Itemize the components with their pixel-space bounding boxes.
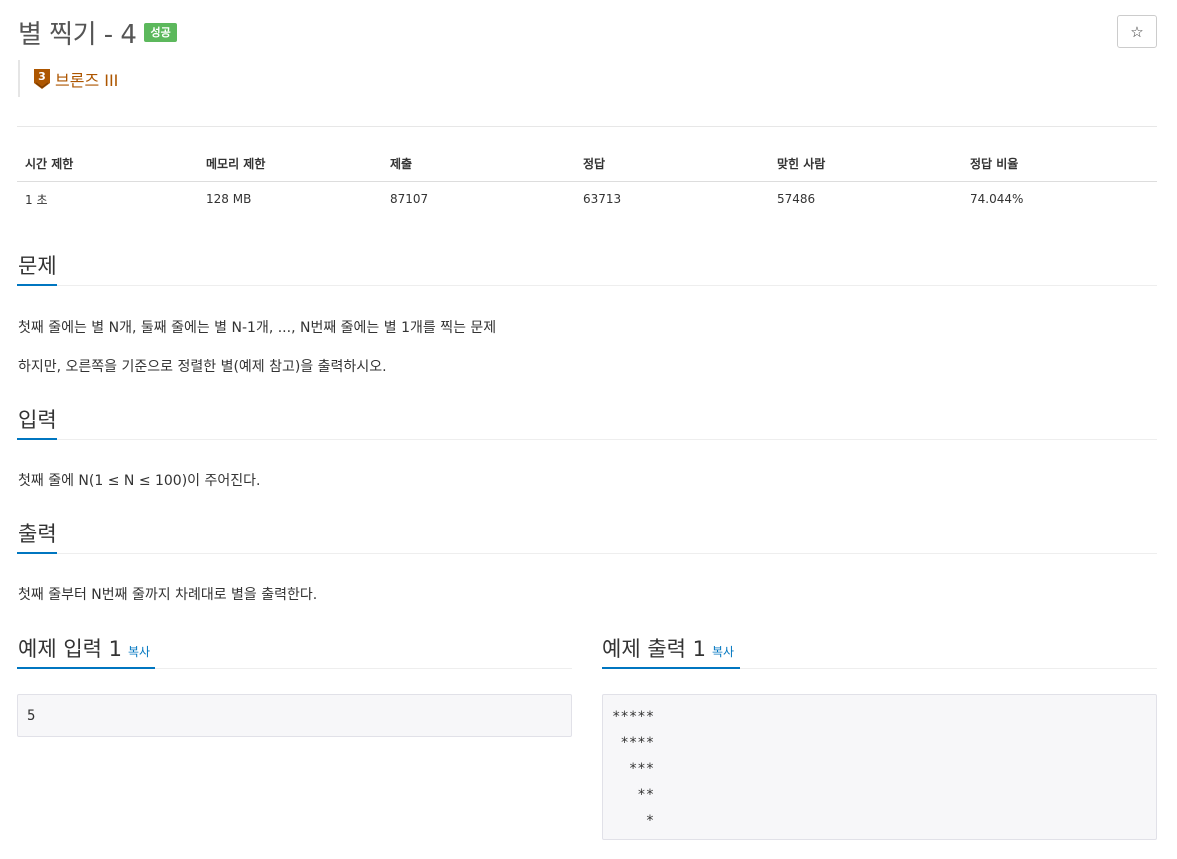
tier-indicator[interactable]: 3 브론즈 III xyxy=(18,60,118,97)
sample-input-line: 5 xyxy=(27,708,36,724)
section-divider xyxy=(17,553,1157,554)
section-underline xyxy=(17,284,57,286)
description-line: 하지만, 오른쪽을 기준으로 정렬한 별(예제 참고)을 출력하시오. xyxy=(18,359,387,375)
status-badge: 성공 xyxy=(144,22,177,42)
tier-number: 3 xyxy=(38,70,46,83)
submissions-value: 87107 xyxy=(390,192,429,207)
sample-output-line: ***** xyxy=(612,709,655,725)
sample-output-line: **** xyxy=(612,735,655,751)
memory-limit-value: 128 MB xyxy=(206,192,252,207)
table-row: 1 초 128 MB 87107 63713 57486 74.044% xyxy=(17,181,1157,217)
section-underline xyxy=(17,667,155,669)
accept-ratio-value: 74.044% xyxy=(970,192,1024,207)
problem-title: 별 찍기 - 4 xyxy=(18,19,137,50)
sample-input-heading: 예제 입력 1 xyxy=(18,637,122,661)
output-description: 첫째 줄부터 N번째 줄까지 차례대로 별을 출력한다. xyxy=(18,587,318,603)
favorite-button[interactable]: ☆ xyxy=(1117,15,1157,48)
divider xyxy=(17,126,1157,127)
header-time-limit: 시간 제한 xyxy=(17,147,198,182)
sample-input-box[interactable]: 5 xyxy=(17,694,572,737)
sample-output-line: ** xyxy=(612,787,655,803)
sample-output-header: 예제 출력 1 복사 xyxy=(602,633,734,663)
tier-label: 브론즈 III xyxy=(55,70,119,90)
input-heading: 입력 xyxy=(18,408,57,432)
copy-sample-input-link[interactable]: 복사 xyxy=(128,643,150,660)
problem-info-table: 시간 제한 메모리 제한 제출 정답 맞힌 사람 정답 비율 1 초 128 M… xyxy=(17,147,1157,217)
accepted-value: 63713 xyxy=(583,192,622,207)
section-underline xyxy=(17,438,57,440)
table-header-row: 시간 제한 메모리 제한 제출 정답 맞힌 사람 정답 비율 xyxy=(17,147,1157,182)
sample-output-line: *** xyxy=(612,761,655,777)
header-accept-ratio: 정답 비율 xyxy=(962,147,1157,182)
header-submissions: 제출 xyxy=(382,147,575,182)
sample-output-heading: 예제 출력 1 xyxy=(602,637,706,661)
section-divider xyxy=(17,439,1157,440)
header-solved-users: 맞힌 사람 xyxy=(769,147,962,182)
copy-sample-output-link[interactable]: 복사 xyxy=(712,643,734,660)
header-memory-limit: 메모리 제한 xyxy=(198,147,382,182)
output-heading: 출력 xyxy=(18,522,57,546)
section-underline xyxy=(602,667,740,669)
section-divider xyxy=(17,285,1157,286)
star-icon: ☆ xyxy=(1130,22,1144,41)
sample-input-header: 예제 입력 1 복사 xyxy=(18,633,150,663)
input-description: 첫째 줄에 N(1 ≤ N ≤ 100)이 주어진다. xyxy=(18,473,261,489)
time-limit-value: 1 초 xyxy=(25,192,48,207)
header-accepted: 정답 xyxy=(575,147,769,182)
solved-users-value: 57486 xyxy=(777,192,816,207)
bronze-tier-icon: 3 xyxy=(33,68,51,90)
problem-title-row: 별 찍기 - 4 성공 xyxy=(18,14,177,50)
section-underline xyxy=(17,552,57,554)
description-heading: 문제 xyxy=(18,254,57,278)
description-line: 첫째 줄에는 별 N개, 둘째 줄에는 별 N-1개, ..., N번째 줄에는… xyxy=(18,320,497,336)
sample-output-line: * xyxy=(612,813,655,829)
sample-output-box[interactable]: ***** **** *** ** * xyxy=(602,694,1157,840)
